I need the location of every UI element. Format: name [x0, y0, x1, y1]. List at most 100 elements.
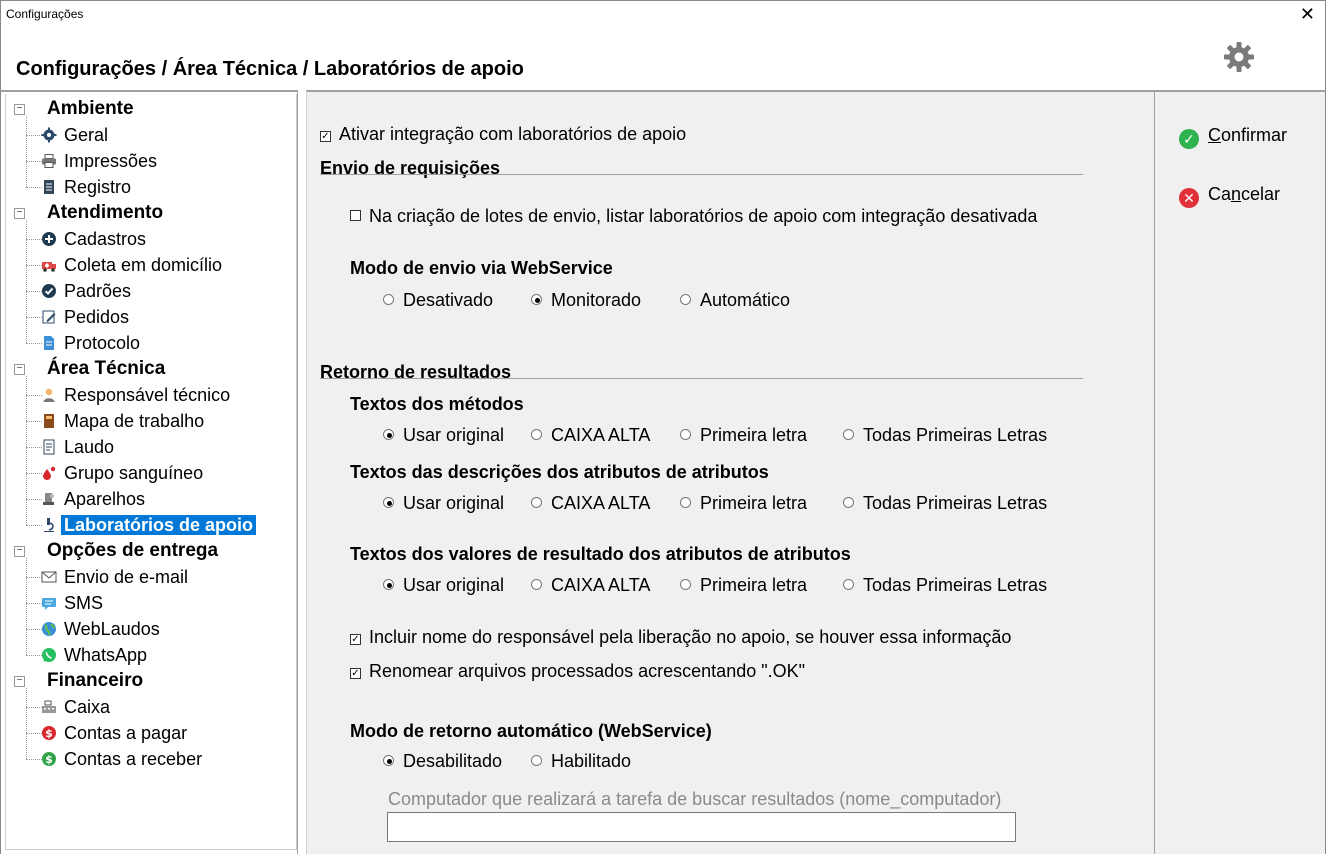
radio-button[interactable] — [383, 429, 394, 440]
descricoes-option-3[interactable]: Todas Primeiras Letras — [843, 493, 1047, 514]
tree-item-3-2[interactable]: WebLaudos — [41, 616, 163, 642]
gear-icon[interactable] — [1222, 40, 1256, 74]
radio-button[interactable] — [843, 429, 854, 440]
tree-view[interactable]: Ambiente − Geral Impressões Registro Atendime… — [5, 94, 297, 850]
radio-button[interactable] — [531, 429, 542, 440]
auto-mode-title: Modo de retorno automático (WebService) — [350, 721, 712, 741]
tree-item-label: Contas a receber — [64, 749, 203, 769]
tree-item-4-0[interactable]: Caixa — [41, 694, 113, 720]
include-responsible-label: Incluir nome do responsável pela liberaç… — [369, 627, 1012, 647]
tree-connector — [26, 116, 27, 187]
tree-item-3-1[interactable]: SMS — [41, 590, 106, 616]
radio-label: CAIXA ALTA — [551, 493, 651, 513]
envio-mode-option-2[interactable]: Automático — [680, 290, 790, 311]
metodos-option-0[interactable]: Usar original — [383, 425, 504, 446]
tree-item-0-0[interactable]: Geral — [41, 122, 111, 148]
tree-item-2-5[interactable]: Laboratórios de apoio — [41, 512, 257, 538]
envio-mode-option-1[interactable]: Monitorado — [531, 290, 641, 311]
radio-label: Usar original — [403, 425, 505, 445]
tree-item-2-1[interactable]: Mapa de trabalho — [41, 408, 207, 434]
enable-integration-checkbox[interactable]: ✓ Ativar integração com laboratórios de a… — [320, 124, 686, 145]
tree-item-label: Caixa — [64, 697, 111, 717]
tree-item-1-0[interactable]: Cadastros — [41, 226, 149, 252]
tree-item-1-4[interactable]: Protocolo — [41, 330, 143, 356]
radio-button[interactable] — [843, 497, 854, 508]
edit-icon — [42, 310, 56, 324]
valores-option-2[interactable]: Primeira letra — [680, 575, 807, 596]
tree-group-2[interactable]: Área Técnica — [44, 356, 168, 382]
radio-button[interactable] — [383, 294, 394, 305]
radio-button[interactable] — [843, 579, 854, 590]
book-icon — [44, 414, 54, 428]
auto-mode-option-0[interactable]: Desabilitado — [383, 751, 502, 772]
list-disabled-checkbox[interactable]: Na criação de lotes de envio, listar lab… — [350, 206, 1037, 227]
radio-button[interactable] — [531, 755, 542, 766]
valores-option-0[interactable]: Usar original — [383, 575, 504, 596]
include-responsible-checkbox[interactable]: ✓ Incluir nome do responsável pela libera… — [350, 627, 1011, 648]
tree-item-3-3[interactable]: WhatsApp — [41, 642, 150, 668]
tree-item-1-3[interactable]: Pedidos — [41, 304, 132, 330]
page-header: Configurações / Área Técnica / Laboratór… — [0, 30, 1326, 90]
close-icon[interactable]: ✕ — [1300, 4, 1315, 24]
tree-item-2-0[interactable]: Responsável técnico — [41, 382, 233, 408]
descricoes-title: Textos das descrições dos atributos de a… — [350, 462, 769, 482]
radio-button[interactable] — [531, 497, 542, 508]
radio-button[interactable] — [383, 755, 394, 766]
radio-button[interactable] — [531, 579, 542, 590]
tree-group-4[interactable]: Financeiro — [44, 668, 146, 694]
collapse-toggle[interactable]: − — [14, 364, 25, 375]
valores-title: Textos dos valores de resultado dos atri… — [350, 544, 851, 564]
valores-option-1[interactable]: CAIXA ALTA — [531, 575, 650, 596]
radio-label: Todas Primeiras Letras — [863, 425, 1048, 445]
valores-option-3[interactable]: Todas Primeiras Letras — [843, 575, 1047, 596]
descricoes-option-0[interactable]: Usar original — [383, 493, 504, 514]
tree-item-3-0[interactable]: Envio de e-mail — [41, 564, 191, 590]
tree-connector — [26, 525, 42, 526]
tree-item-1-1[interactable]: Coleta em domicílio — [41, 252, 225, 278]
tree-item-0-1[interactable]: Impressões — [41, 148, 160, 174]
checkbox-box[interactable] — [350, 210, 361, 221]
tree-item-2-3[interactable]: Grupo sanguíneo — [41, 460, 206, 486]
radio-button[interactable] — [383, 579, 394, 590]
dollar-red-icon: $ — [42, 726, 56, 740]
tree-item-2-2[interactable]: Laudo — [41, 434, 117, 460]
metodos-option-3[interactable]: Todas Primeiras Letras — [843, 425, 1047, 446]
collapse-toggle[interactable]: − — [14, 208, 25, 219]
computer-name-input[interactable] — [387, 812, 1016, 842]
auto-mode-option-1[interactable]: Habilitado — [531, 751, 631, 772]
cancel-button[interactable]: ✕ Cancelar — [1179, 184, 1280, 208]
tree-group-1[interactable]: Atendimento — [44, 200, 166, 226]
checkbox-box[interactable]: ✓ — [350, 634, 361, 645]
descricoes-option-1[interactable]: CAIXA ALTA — [531, 493, 650, 514]
rename-files-checkbox[interactable]: ✓ Renomear arquivos processados acrescent… — [350, 661, 805, 682]
radio-button[interactable] — [680, 429, 691, 440]
tree-item-label: Grupo sanguíneo — [64, 463, 204, 483]
radio-button[interactable] — [680, 294, 691, 305]
tree-connector — [26, 447, 42, 448]
collapse-toggle[interactable]: − — [14, 104, 25, 115]
tree-item-4-1[interactable]: $ Contas a pagar — [41, 720, 190, 746]
envio-mode-option-0[interactable]: Desativado — [383, 290, 493, 311]
metodos-option-1[interactable]: CAIXA ALTA — [531, 425, 650, 446]
tree-item-0-2[interactable]: Registro — [41, 174, 134, 200]
radio-button[interactable] — [680, 497, 691, 508]
confirm-button[interactable]: ✓ Confirmar — [1179, 125, 1287, 149]
tree-item-2-4[interactable]: Aparelhos — [41, 486, 148, 512]
descricoes-option-2[interactable]: Primeira letra — [680, 493, 807, 514]
close-circle-icon: ✕ — [1179, 188, 1199, 208]
checkbox-box[interactable]: ✓ — [320, 131, 331, 142]
tree-group-3[interactable]: Opções de entrega — [44, 538, 221, 564]
list-disabled-label: Na criação de lotes de envio, listar lab… — [369, 206, 1038, 226]
collapse-toggle[interactable]: − — [14, 546, 25, 557]
radio-button[interactable] — [383, 497, 394, 508]
rename-files-label: Renomear arquivos processados acrescenta… — [369, 661, 806, 681]
radio-button[interactable] — [531, 294, 542, 305]
tree-connector — [26, 239, 42, 240]
collapse-toggle[interactable]: − — [14, 676, 25, 687]
tree-group-0[interactable]: Ambiente — [44, 96, 137, 122]
radio-button[interactable] — [680, 579, 691, 590]
metodos-option-2[interactable]: Primeira letra — [680, 425, 807, 446]
checkbox-box[interactable]: ✓ — [350, 668, 361, 679]
tree-item-4-2[interactable]: $ Contas a receber — [41, 746, 205, 772]
tree-item-1-2[interactable]: Padrões — [41, 278, 134, 304]
